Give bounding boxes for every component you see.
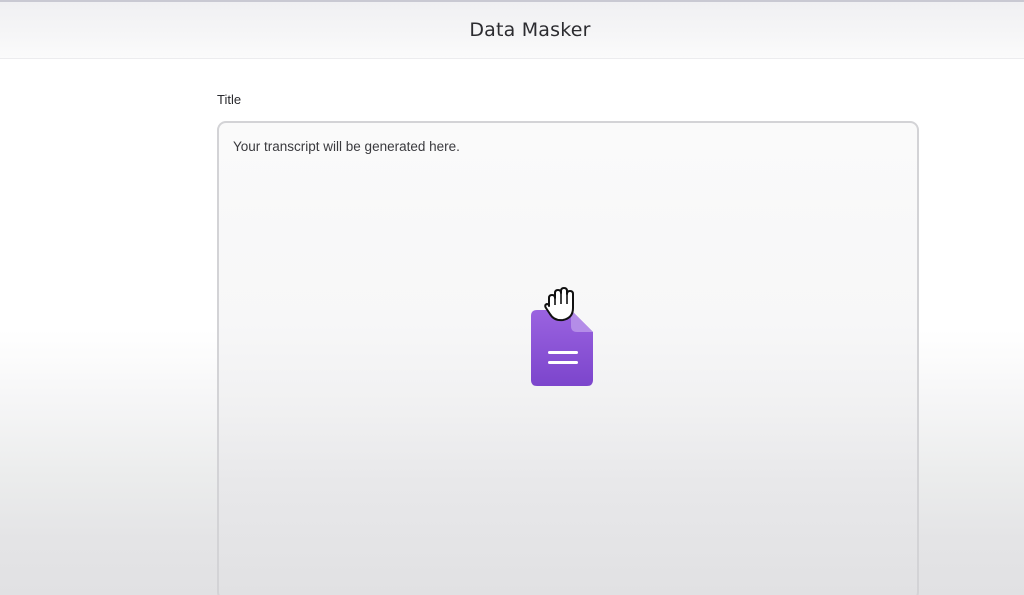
title-label: Title [217, 92, 242, 107]
app-header: Data Masker [0, 2, 1024, 59]
document-line-2 [548, 361, 578, 364]
grab-hand-cursor-icon [544, 287, 574, 322]
transcript-placeholder: Your transcript will be generated here. [233, 139, 460, 154]
app-title: Data Masker [469, 19, 591, 41]
document-line-1 [548, 351, 578, 354]
